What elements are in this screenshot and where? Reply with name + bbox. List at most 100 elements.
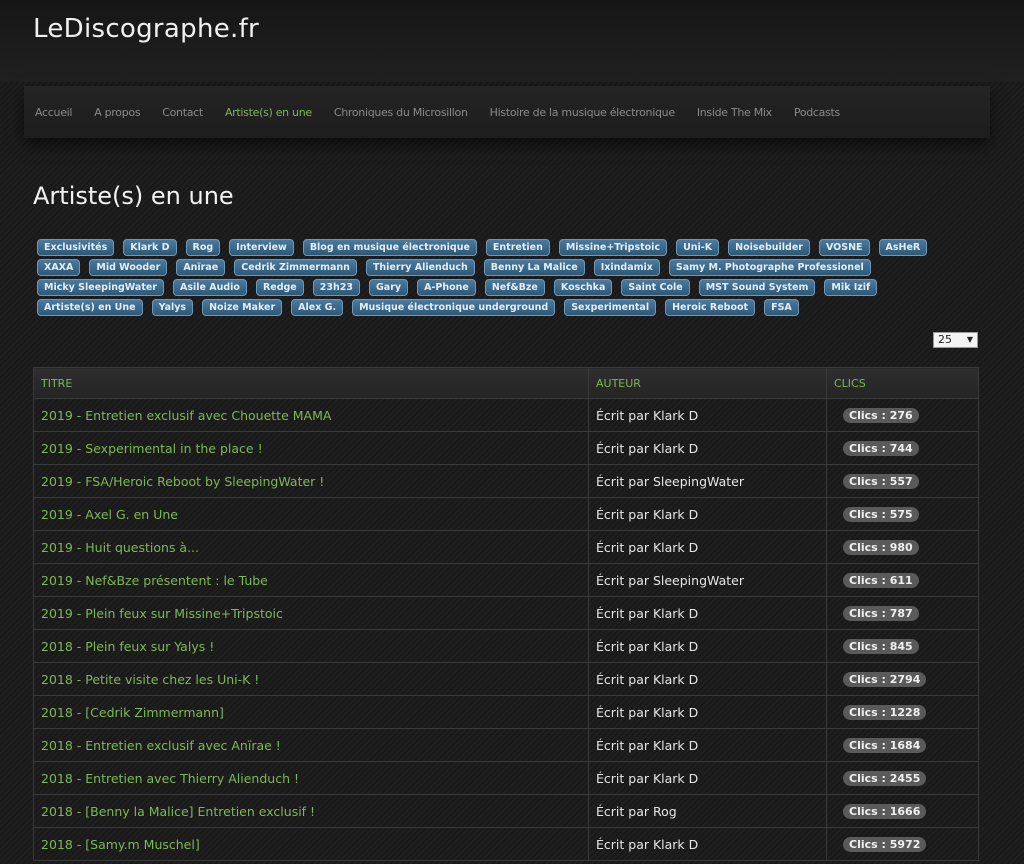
nav-item-0[interactable]: Accueil	[35, 106, 72, 119]
tag-29[interactable]: Mik Izif	[824, 279, 878, 296]
tag-31[interactable]: Yalys	[151, 299, 194, 316]
tag-24[interactable]: A-Phone	[417, 279, 476, 296]
tag-22[interactable]: 23h23	[312, 279, 360, 296]
nav-item-3[interactable]: Artiste(s) en une	[225, 106, 312, 119]
table-row: 2019 - Nef&Bze présentent : le Tube Écrit…	[33, 563, 979, 597]
page-title: Artiste(s) en une	[33, 182, 234, 210]
table-row: 2018 - [Cedrik Zimmermann] Écrit par Klar…	[33, 695, 979, 729]
article-title-link[interactable]: 2018 - Entretien avec Thierry Alienduch …	[33, 761, 589, 795]
chevron-down-icon: ▼	[966, 335, 973, 344]
list-limit-select[interactable]: 25 ▼	[933, 332, 978, 348]
table-row: 2018 - Entretien exclusif avec Anïrae ! É…	[33, 728, 979, 762]
article-author: Écrit par Klark D	[588, 530, 827, 564]
column-header-title[interactable]: TITRE	[33, 367, 589, 399]
tag-8[interactable]: Noisebuilder	[728, 239, 810, 256]
tag-14[interactable]: Cedrik Zimmermann	[234, 259, 357, 276]
site-title[interactable]: LeDiscographe.fr	[33, 14, 259, 44]
nav-item-2[interactable]: Contact	[162, 106, 203, 119]
article-clicks-cell: Clics : 557	[826, 464, 979, 498]
article-clicks-cell: Clics : 1666	[826, 794, 979, 828]
tag-3[interactable]: Interview	[229, 239, 294, 256]
clicks-badge: Clics : 1666	[843, 804, 927, 819]
tag-35[interactable]: Sexperimental	[564, 299, 657, 316]
table-row: 2018 - Entretien avec Thierry Alienduch …	[33, 761, 979, 795]
clicks-badge: Clics : 5972	[843, 837, 927, 852]
tag-37[interactable]: FSA	[764, 299, 799, 316]
nav-item-5[interactable]: Histoire de la musique électronique	[490, 106, 675, 119]
table-row: 2018 - Petite visite chez les Uni-K ! Écr…	[33, 662, 979, 696]
article-title-link[interactable]: 2018 - [Cedrik Zimmermann]	[33, 695, 589, 729]
clicks-badge: Clics : 1228	[843, 705, 927, 720]
tag-4[interactable]: Blog en musique électronique	[302, 239, 477, 256]
tag-20[interactable]: Asile Audio	[172, 279, 247, 296]
article-title-link[interactable]: 2019 - Entretien exclusif avec Chouette …	[33, 398, 589, 432]
tag-16[interactable]: Benny La Malice	[483, 259, 585, 276]
article-title-link[interactable]: 2019 - Sexperimental in the place !	[33, 431, 589, 465]
article-author: Écrit par SleepingWater	[588, 464, 827, 498]
clicks-badge: Clics : 611	[843, 573, 919, 588]
tag-cloud: Exclusivités Klark D Rog Interview Blog en m…	[37, 239, 967, 316]
nav-item-4[interactable]: Chroniques du Microsillon	[334, 106, 468, 119]
article-author: Écrit par Klark D	[588, 662, 827, 696]
tag-32[interactable]: Noize Maker	[202, 299, 283, 316]
list-limit-value: 25	[938, 333, 952, 346]
tag-9[interactable]: VOSNE	[818, 239, 870, 256]
article-title-link[interactable]: 2018 - Entretien exclusif avec Anïrae !	[33, 728, 589, 762]
clicks-badge: Clics : 557	[843, 474, 919, 489]
clicks-badge: Clics : 2455	[843, 771, 927, 786]
article-title-link[interactable]: 2018 - [Samy.m Muschel]	[33, 827, 589, 861]
article-title-link[interactable]: 2019 - Nef&Bze présentent : le Tube	[33, 563, 589, 597]
tag-6[interactable]: Missine+Tripstoic	[558, 239, 668, 256]
column-header-author[interactable]: AUTEUR	[588, 367, 827, 399]
table-row: 2018 - [Samy.m Muschel] Écrit par Klark D…	[33, 827, 979, 861]
tag-5[interactable]: Entretien	[485, 239, 550, 256]
tag-33[interactable]: Alex G.	[291, 299, 344, 316]
tag-2[interactable]: Rog	[185, 239, 221, 256]
tag-12[interactable]: Mid Wooder	[89, 259, 168, 276]
column-header-clicks[interactable]: CLICS	[826, 367, 979, 399]
table-row: 2019 - FSA/Heroic Reboot by SleepingWate…	[33, 464, 979, 498]
table-row: 2018 - [Benny la Malice] Entretien exclu…	[33, 794, 979, 828]
tag-23[interactable]: Gary	[368, 279, 409, 296]
clicks-badge: Clics : 845	[843, 639, 919, 654]
nav-item-6[interactable]: Inside The Mix	[697, 106, 772, 119]
table-row: 2019 - Sexperimental in the place ! Écrit…	[33, 431, 979, 465]
tag-28[interactable]: MST Sound System	[698, 279, 816, 296]
table-row: 2019 - Axel G. en Une Écrit par Klark D Cl…	[33, 497, 979, 531]
tag-13[interactable]: Anïrae	[176, 259, 226, 276]
article-clicks-cell: Clics : 5972	[826, 827, 979, 861]
article-title-link[interactable]: 2018 - Petite visite chez les Uni-K !	[33, 662, 589, 696]
tag-34[interactable]: Musique électronique underground	[352, 299, 556, 316]
article-title-link[interactable]: 2019 - FSA/Heroic Reboot by SleepingWate…	[33, 464, 589, 498]
table-header-row: TITRE AUTEUR CLICS	[33, 367, 979, 399]
tag-26[interactable]: Koschka	[553, 279, 613, 296]
tag-7[interactable]: Uni-K	[676, 239, 720, 256]
clicks-badge: Clics : 575	[843, 507, 919, 522]
tag-10[interactable]: AsHeR	[878, 239, 928, 256]
article-title-link[interactable]: 2018 - [Benny la Malice] Entretien exclu…	[33, 794, 589, 828]
tag-15[interactable]: Thierry Alienduch	[365, 259, 475, 276]
article-title-link[interactable]: 2019 - Plein feux sur Missine+Tripstoic	[33, 596, 589, 630]
nav-item-1[interactable]: A propos	[94, 106, 140, 119]
tag-21[interactable]: Redge	[255, 279, 304, 296]
article-author: Écrit par Klark D	[588, 728, 827, 762]
table-row: 2019 - Entretien exclusif avec Chouette …	[33, 398, 979, 432]
article-title-link[interactable]: 2018 - Plein feux sur Yalys !	[33, 629, 589, 663]
tag-36[interactable]: Heroic Reboot	[665, 299, 756, 316]
tag-27[interactable]: Saint Cole	[621, 279, 690, 296]
article-clicks-cell: Clics : 575	[826, 497, 979, 531]
tag-18[interactable]: Samy M. Photographe Professionel	[668, 259, 871, 276]
tag-25[interactable]: Nef&Bze	[484, 279, 545, 296]
tag-19[interactable]: Micky SleepingWater	[37, 279, 164, 296]
tag-11[interactable]: XAXA	[37, 259, 81, 276]
table-row: 2018 - Plein feux sur Yalys ! Écrit par K…	[33, 629, 979, 663]
tag-1[interactable]: Klark D	[123, 239, 177, 256]
table-row: 2019 - Huit questions à... Écrit par Klar…	[33, 530, 979, 564]
article-title-link[interactable]: 2019 - Axel G. en Une	[33, 497, 589, 531]
article-title-link[interactable]: 2019 - Huit questions à...	[33, 530, 589, 564]
tag-17[interactable]: Ixindamix	[593, 259, 660, 276]
tag-0[interactable]: Exclusivités	[37, 239, 115, 256]
tag-30[interactable]: Artiste(s) en Une	[37, 299, 143, 316]
article-clicks-cell: Clics : 611	[826, 563, 979, 597]
nav-item-7[interactable]: Podcasts	[794, 106, 840, 119]
